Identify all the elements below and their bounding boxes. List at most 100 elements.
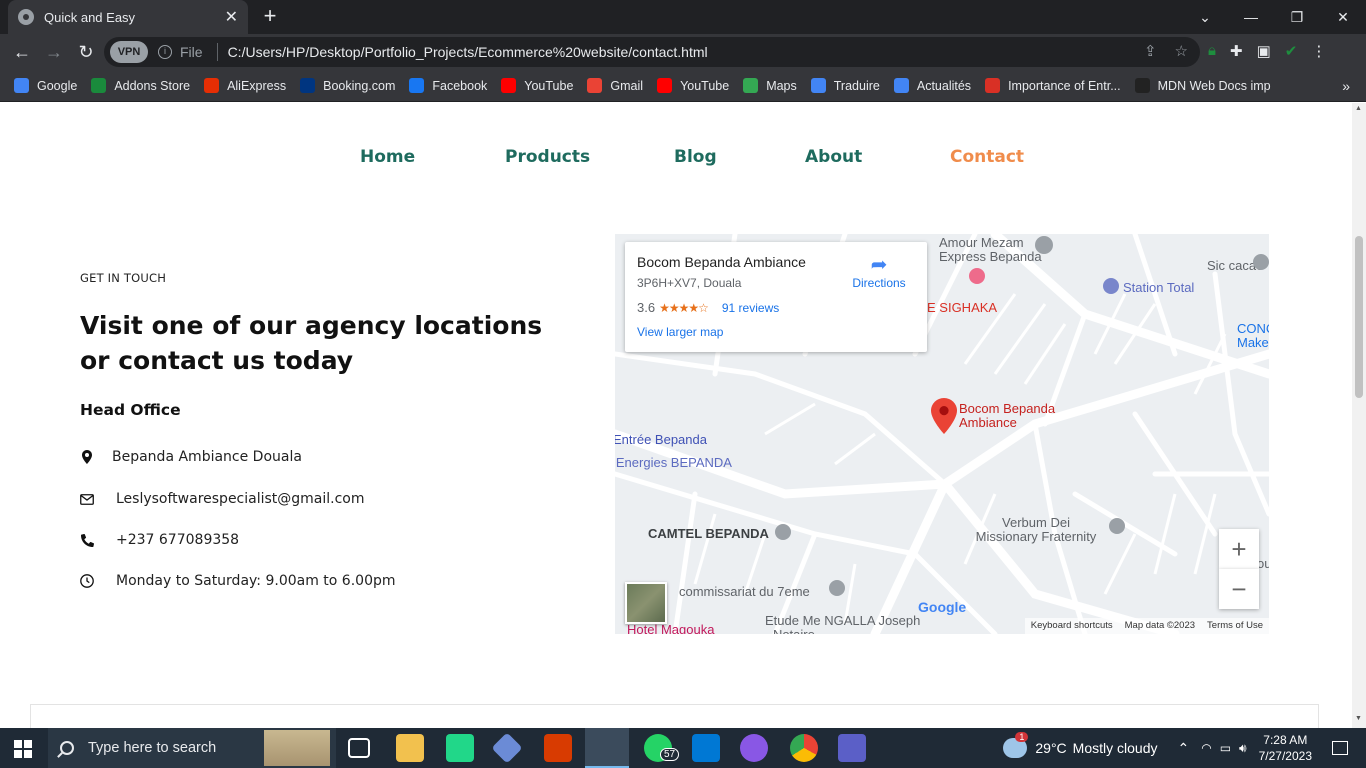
taskbar-search[interactable]: Type here to search: [48, 728, 336, 768]
bookmark-favicon-icon: [743, 78, 759, 93]
chevron-up-icon[interactable]: ⌃: [1177, 740, 1189, 757]
view-larger-map-link[interactable]: View larger map: [637, 325, 915, 339]
terms-link[interactable]: Terms of Use: [1207, 620, 1263, 632]
nav-home[interactable]: Home: [360, 147, 415, 167]
location-marker-icon[interactable]: [931, 398, 957, 434]
taskbar-clock[interactable]: 7:28 AM 7/27/2023: [1259, 732, 1312, 764]
bookmark-favicon-icon: [893, 78, 909, 93]
bookmark-star-icon[interactable]: ☆: [1175, 42, 1188, 60]
satellite-toggle[interactable]: [625, 582, 667, 624]
bookmark-item[interactable]: Traduire: [810, 78, 880, 93]
bookmark-item[interactable]: AliExpress: [204, 78, 286, 93]
email-text[interactable]: Leslysoftwarespecialist@gmail.com: [116, 491, 365, 507]
directions-button[interactable]: ➦ Directions: [849, 254, 909, 290]
weather-temp[interactable]: 29°C: [1035, 740, 1066, 756]
bookmark-item[interactable]: Booking.com: [300, 78, 395, 93]
share-icon[interactable]: ⇪: [1144, 42, 1157, 60]
nav-contact[interactable]: Contact: [950, 147, 1024, 167]
bookmark-item[interactable]: Facebook: [409, 78, 487, 93]
teams-icon[interactable]: [838, 734, 866, 762]
hours-row: Monday to Saturday: 9.00am to 6.00pm: [80, 573, 396, 589]
nav-about[interactable]: About: [805, 147, 862, 167]
close-tab-icon[interactable]: ✕: [225, 7, 238, 27]
new-tab-button[interactable]: +: [258, 4, 282, 28]
volume-icon[interactable]: 🔊︎: [1239, 741, 1247, 756]
zoom-out-button[interactable]: −: [1219, 569, 1259, 609]
weather-desc[interactable]: Mostly cloudy: [1073, 740, 1158, 756]
chrome-icon[interactable]: [790, 734, 818, 762]
notification-icon[interactable]: [1332, 741, 1348, 755]
task-view-icon[interactable]: [348, 738, 370, 758]
bookmark-label: YouTube: [680, 78, 730, 93]
location-pin-icon: [80, 449, 94, 465]
scroll-up-icon[interactable]: ▲: [1355, 105, 1362, 112]
page-scrollbar[interactable]: ▲ ▼: [1352, 103, 1366, 728]
poi-marker-icon[interactable]: [775, 524, 791, 540]
search-highlight-image: [264, 730, 330, 766]
weather-cloud-icon[interactable]: 1: [1003, 732, 1029, 758]
zoom-in-button[interactable]: +: [1219, 529, 1259, 569]
bookmark-item[interactable]: YouTube: [657, 78, 729, 93]
bookmark-favicon-icon: [587, 78, 603, 93]
scrollbar-thumb[interactable]: [1355, 236, 1363, 398]
wifi-icon[interactable]: ◠: [1201, 741, 1211, 755]
brave-browser-icon[interactable]: [585, 728, 629, 768]
bookmarks-overflow-icon[interactable]: »: [1342, 78, 1350, 94]
email-row: Leslysoftwarespecialist@gmail.com: [80, 491, 365, 507]
github-desktop-icon[interactable]: [740, 734, 768, 762]
poi-marker-icon[interactable]: [1253, 254, 1269, 270]
place-rating: 3.6 ★★★★☆ 91 reviews: [637, 300, 915, 315]
extension-lock-icon[interactable]: 🔒︎: [1208, 42, 1216, 60]
hotel-marker-icon[interactable]: [969, 268, 985, 284]
info-icon[interactable]: i: [158, 45, 172, 59]
menu-kebab-icon[interactable]: ⋮: [1311, 42, 1326, 60]
bookmark-item[interactable]: Importance of Entr...: [985, 78, 1121, 93]
bookmark-favicon-icon: [501, 78, 517, 93]
poi-marker-icon[interactable]: [1035, 236, 1053, 254]
vscode-icon[interactable]: [692, 734, 720, 762]
address-bar[interactable]: VPN i File C:/Users/HP/Desktop/Portfolio…: [104, 37, 1200, 67]
dev-app-icon[interactable]: [491, 732, 523, 764]
reviews-link[interactable]: 91 reviews: [722, 301, 779, 315]
back-icon[interactable]: ←: [10, 40, 34, 64]
poi-marker-icon[interactable]: [1109, 518, 1125, 534]
browser-tab-bar: Quick and Easy ✕ + ⌄ — ❐ ✕: [0, 0, 1366, 34]
battery-icon[interactable]: ▭: [1220, 741, 1231, 755]
hours-text: Monday to Saturday: 9.00am to 6.00pm: [116, 573, 396, 589]
sidebar-icon[interactable]: ▣: [1257, 42, 1271, 60]
bookmark-item[interactable]: Actualités: [893, 78, 971, 93]
shield-check-icon[interactable]: ✔: [1285, 42, 1298, 60]
vpn-badge[interactable]: VPN: [110, 41, 148, 63]
restore-icon[interactable]: ❐: [1274, 0, 1320, 34]
bookmark-item[interactable]: Google: [14, 78, 77, 93]
bookmark-label: AliExpress: [227, 78, 287, 93]
embedded-map[interactable]: Bocom Bepanda Ambiance Amour Mezam Expre…: [615, 234, 1269, 634]
bookmark-item[interactable]: MDN Web Docs imp: [1134, 78, 1271, 93]
reload-icon[interactable]: ↻: [74, 40, 98, 64]
file-explorer-icon[interactable]: [396, 734, 424, 762]
phone-text[interactable]: +237 677089358: [116, 532, 239, 548]
bookmark-item[interactable]: Addons Store: [91, 78, 190, 93]
nav-products[interactable]: Products: [505, 147, 590, 167]
browser-tab[interactable]: Quick and Easy ✕: [8, 0, 248, 34]
office-icon[interactable]: [544, 734, 572, 762]
tab-search-icon[interactable]: ⌄: [1182, 0, 1228, 34]
url-text[interactable]: C:/Users/HP/Desktop/Portfolio_Projects/E…: [228, 44, 708, 60]
window-close-icon[interactable]: ✕: [1320, 0, 1366, 34]
nav-blog[interactable]: Blog: [674, 147, 717, 167]
clock-icon: [80, 573, 94, 589]
scroll-down-icon[interactable]: ▼: [1355, 715, 1362, 722]
poi-marker-icon[interactable]: [829, 580, 845, 596]
whatsapp-badge: 57: [660, 748, 680, 761]
bookmark-item[interactable]: Maps: [743, 78, 797, 93]
windows-start-icon[interactable]: [14, 740, 32, 758]
pycharm-icon[interactable]: [446, 734, 474, 762]
bookmark-item[interactable]: Gmail: [587, 78, 643, 93]
fuel-marker-icon[interactable]: [1103, 278, 1119, 294]
puzzle-icon[interactable]: ✚: [1230, 42, 1243, 60]
next-section-card: [30, 704, 1319, 728]
forward-icon[interactable]: →: [42, 40, 66, 64]
keyboard-shortcuts-link[interactable]: Keyboard shortcuts: [1031, 620, 1113, 632]
bookmark-item[interactable]: YouTube: [501, 78, 573, 93]
minimize-icon[interactable]: —: [1228, 0, 1274, 34]
